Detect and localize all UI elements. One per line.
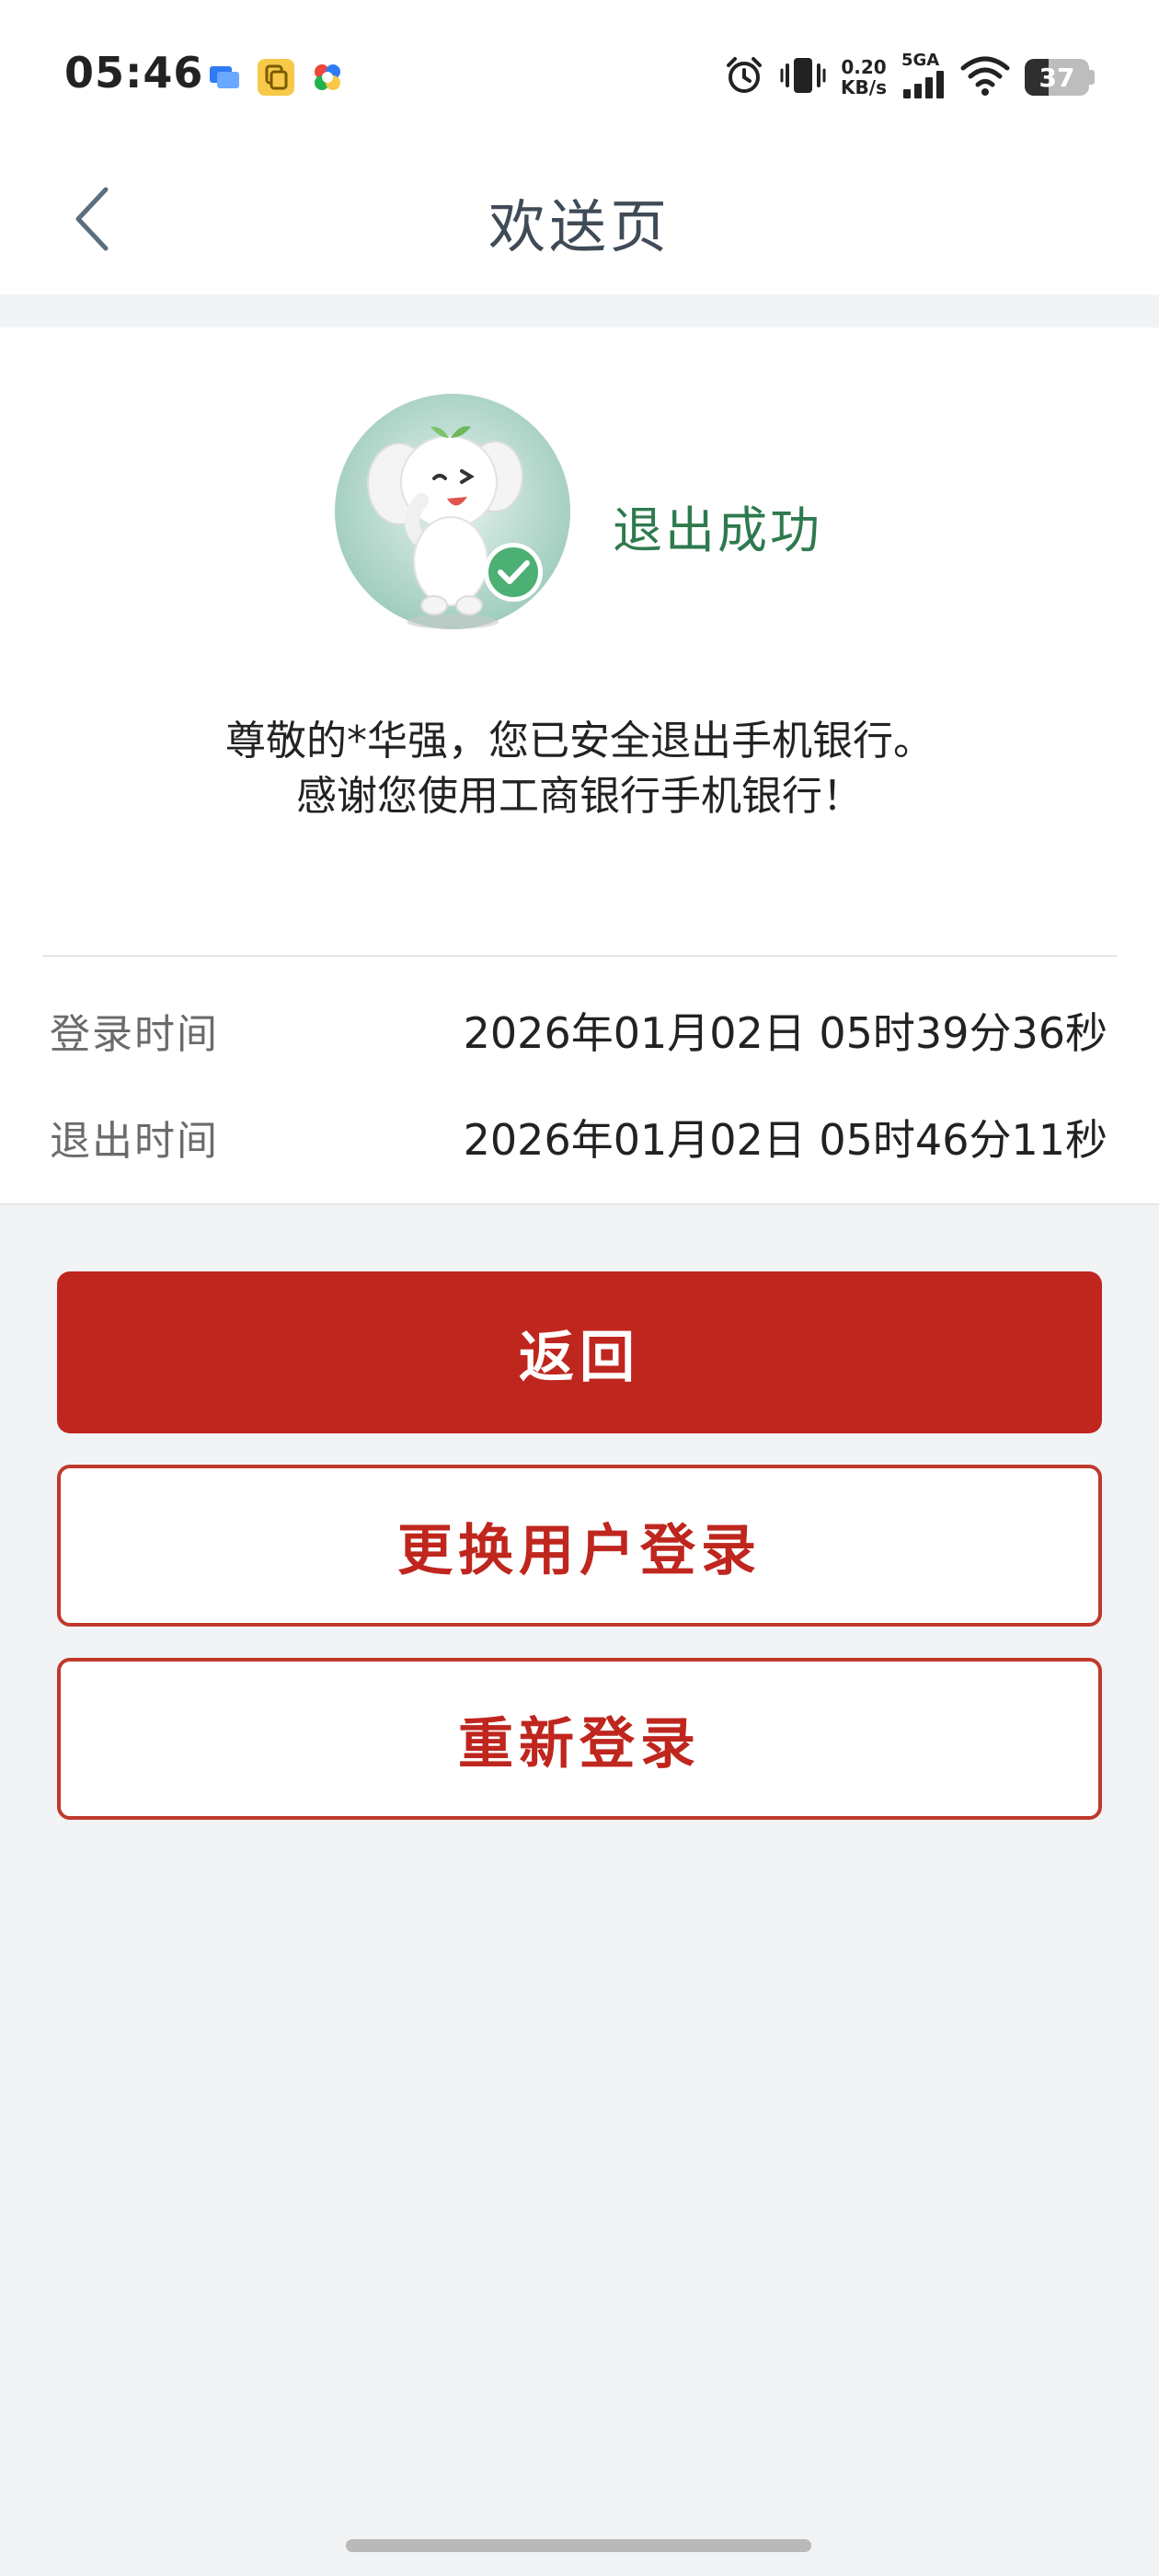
network-speed-value: 0.20 — [841, 56, 887, 78]
elephant-mascot-icon — [333, 392, 572, 631]
message-app-icon — [206, 59, 243, 96]
logout-time-value: 2026年01月02日 05时46分11秒 — [463, 1115, 1107, 1165]
cell-signal: 5GA — [901, 52, 946, 102]
battery-cap — [1089, 70, 1095, 85]
switch-user-login-button[interactable]: 更换用户登录 — [57, 1465, 1102, 1627]
login-time-label: 登录时间 — [50, 1011, 219, 1058]
battery-level: 37 — [1039, 62, 1075, 93]
home-indicator[interactable] — [346, 2539, 811, 2552]
vibrate-icon — [780, 54, 826, 100]
return-button[interactable]: 返回 — [57, 1271, 1102, 1433]
divider — [42, 955, 1117, 957]
logout-message-line2: 感谢您使用工商银行手机银行！ — [296, 773, 863, 820]
page-title: 欢送页 — [488, 193, 671, 260]
battery-indicator: 37 — [1025, 59, 1095, 96]
pinwheel-app-icon — [309, 59, 346, 96]
battery-icon: 37 — [1025, 59, 1089, 96]
logout-time-row: 退出时间 2026年01月02日 05时46分11秒 — [50, 1100, 1107, 1174]
login-time-row: 登录时间 2026年01月02日 05时39分36秒 — [50, 994, 1107, 1067]
notification-icons — [206, 59, 346, 96]
status-time: 05:46 — [64, 48, 204, 98]
relogin-button[interactable]: 重新登录 — [57, 1658, 1102, 1820]
status-bar: 05:46 0.20 KB/s 5GA 37 — [0, 0, 1159, 147]
signal-icon — [901, 69, 946, 102]
logout-message-line1: 尊敬的*华强，您已安全退出手机银行。 — [225, 718, 934, 765]
wifi-icon — [960, 55, 1010, 99]
logout-message: 尊敬的*华强，您已安全退出手机银行。 感谢您使用工商银行手机银行！ — [0, 714, 1159, 824]
network-speed-unit: KB/s — [841, 76, 887, 98]
login-time-value: 2026年01月02日 05时39分36秒 — [463, 1008, 1107, 1058]
network-type: 5GA — [901, 51, 940, 70]
status-right: 0.20 KB/s 5GA 37 — [723, 52, 1095, 102]
logout-time-label: 退出时间 — [50, 1118, 219, 1165]
alarm-icon — [723, 54, 765, 100]
network-speed: 0.20 KB/s — [841, 57, 887, 98]
copy-app-icon — [258, 59, 294, 96]
logout-card: 退出成功 尊敬的*华强，您已安全退出手机银行。 感谢您使用工商银行手机银行！ 登… — [0, 328, 1159, 1205]
nav-bar: 欢送页 — [0, 147, 1159, 294]
page: 05:46 0.20 KB/s 5GA 37 欢送页 退出成功 尊敬的*华强，您… — [0, 0, 1159, 2576]
logout-success-text: 退出成功 — [613, 501, 822, 559]
